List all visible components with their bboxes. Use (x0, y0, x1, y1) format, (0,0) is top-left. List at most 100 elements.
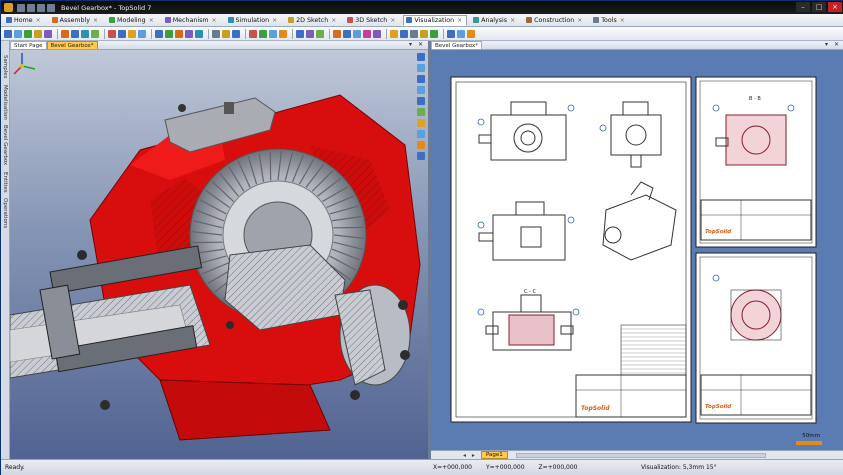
toolbar-command-icon[interactable] (175, 30, 183, 38)
tab-simulation[interactable]: Simulation× (225, 15, 283, 26)
tab-close-icon[interactable]: × (457, 17, 462, 24)
toolbar-command-icon[interactable] (81, 30, 89, 38)
toolbar-command-icon[interactable] (259, 30, 267, 38)
section-icon[interactable] (417, 119, 425, 127)
tab-construction[interactable]: Construction× (523, 15, 587, 26)
toolbar-command-icon[interactable] (410, 30, 418, 38)
tab-2d-sketch[interactable]: 2D Sketch× (285, 15, 341, 26)
open-icon[interactable] (27, 4, 35, 12)
rotate-icon[interactable] (417, 64, 425, 72)
pan-icon[interactable] (417, 75, 425, 83)
toolbar-command-icon[interactable] (232, 30, 240, 38)
toolbar-command-icon[interactable] (165, 30, 173, 38)
toolbar-command-icon[interactable] (430, 30, 438, 38)
toolbar-command-icon[interactable] (353, 30, 361, 38)
dock-tab-operations[interactable]: Operations (2, 198, 8, 228)
toolbar-command-icon[interactable] (467, 30, 475, 38)
maximize-button[interactable]: □ (812, 2, 826, 12)
camera-icon[interactable] (417, 130, 425, 138)
tab-close-icon[interactable]: × (149, 17, 154, 24)
toolbar-command-icon[interactable] (306, 30, 314, 38)
fit-view-icon[interactable] (417, 86, 425, 94)
toolbar-command-icon[interactable] (128, 30, 136, 38)
tab-3d-sketch[interactable]: 3D Sketch× (344, 15, 400, 26)
tab-close-icon[interactable]: × (510, 17, 515, 24)
topsolid-logo-3: TopSolid (705, 404, 731, 410)
tab-analysis[interactable]: Analysis× (470, 15, 520, 26)
pane-controls[interactable]: ▾ ✕ (409, 41, 425, 48)
undo-icon[interactable] (47, 4, 55, 12)
toolbar-command-icon[interactable] (44, 30, 52, 38)
dock-tab-modelisation[interactable]: Modelisation (2, 85, 8, 120)
toolbar-command-icon[interactable] (91, 30, 99, 38)
tab-close-icon[interactable]: × (390, 17, 395, 24)
toolbar-command-icon[interactable] (269, 30, 277, 38)
zoom-icon[interactable] (417, 53, 425, 61)
toolbar-command-icon[interactable] (343, 30, 351, 38)
tab-bevel-gearbox-drawing[interactable]: Bevel Gearbox* (431, 41, 482, 49)
toolbar-command-icon[interactable] (316, 30, 324, 38)
close-button[interactable]: × (828, 2, 842, 12)
toolbar-command-icon[interactable] (249, 30, 257, 38)
dock-tab-entities[interactable]: Entities (2, 172, 8, 193)
tab-close-icon[interactable]: × (620, 17, 625, 24)
tab-assembly[interactable]: Assembly× (49, 15, 103, 26)
tab-close-icon[interactable]: × (272, 17, 277, 24)
tab-modeling[interactable]: Modeling× (106, 15, 159, 26)
toolbar-command-icon[interactable] (212, 30, 220, 38)
toolbar-command-icon[interactable] (420, 30, 428, 38)
toolbar-command-icon[interactable] (185, 30, 193, 38)
tab-close-icon[interactable]: × (577, 17, 582, 24)
page-nav-buttons[interactable]: ◂ ▸ (463, 452, 477, 459)
tab-close-icon[interactable]: × (36, 17, 41, 24)
dock-tab-bevel-gearbox[interactable]: Bevel Gearbox (2, 125, 8, 165)
topsolid-logo-icon[interactable] (4, 3, 13, 12)
tab-home[interactable]: Home× (3, 15, 46, 26)
tab-start-page[interactable]: Start Page (10, 41, 47, 49)
tab-icon (347, 17, 353, 23)
toolbar-command-icon[interactable] (400, 30, 408, 38)
view-front-icon[interactable] (417, 97, 425, 105)
toolbar-command-icon[interactable] (333, 30, 341, 38)
toolbar-command-icon[interactable] (279, 30, 287, 38)
toolbar-command-icon[interactable] (447, 30, 455, 38)
tab-tools[interactable]: Tools× (590, 15, 630, 26)
tab-mechanism[interactable]: Mechanism× (162, 15, 222, 26)
toolbar-command-icon[interactable] (4, 30, 12, 38)
toolbar-command-icon[interactable] (14, 30, 22, 38)
toolbar-command-icon[interactable] (296, 30, 304, 38)
dock-tab-samples[interactable]: Samples (2, 55, 8, 79)
tab-bevel-gearbox-3d[interactable]: Bevel Gearbox* (47, 41, 98, 49)
color-icon[interactable] (417, 141, 425, 149)
toolbar-command-icon[interactable] (222, 30, 230, 38)
toolbar-command-icon[interactable] (138, 30, 146, 38)
toolbar-command-icon[interactable] (390, 30, 398, 38)
toolbar-command-icon[interactable] (155, 30, 163, 38)
gearbox-3d-model (10, 50, 428, 459)
toolbar-command-icon[interactable] (34, 30, 42, 38)
toolbar-command-icon[interactable] (195, 30, 203, 38)
toolbar-command-icon[interactable] (373, 30, 381, 38)
toolbar-command-icon[interactable] (118, 30, 126, 38)
tab-close-icon[interactable]: × (331, 17, 336, 24)
light-icon[interactable] (417, 152, 425, 160)
new-icon[interactable] (17, 4, 25, 12)
tab-visualization[interactable]: Visualization× (403, 15, 467, 26)
toolbar-command-icon[interactable] (108, 30, 116, 38)
tab-close-icon[interactable]: × (212, 17, 217, 24)
3d-viewport[interactable] (10, 50, 428, 459)
minimize-button[interactable]: – (796, 2, 810, 12)
toolbar-command-icon[interactable] (24, 30, 32, 38)
tab-close-icon[interactable]: × (93, 17, 98, 24)
tab-icon (228, 17, 234, 23)
drawing-viewport[interactable]: C - C TopSolid B - B (431, 50, 843, 450)
save-icon[interactable] (37, 4, 45, 12)
toolbar-command-icon[interactable] (61, 30, 69, 38)
render-mode-icon[interactable] (417, 108, 425, 116)
horizontal-scrollbar[interactable] (516, 453, 766, 458)
toolbar-command-icon[interactable] (71, 30, 79, 38)
page-tab-page1[interactable]: Page1 (481, 451, 508, 459)
toolbar-command-icon[interactable] (457, 30, 465, 38)
toolbar-command-icon[interactable] (363, 30, 371, 38)
pane-controls-right[interactable]: ▾ ✕ (825, 41, 841, 48)
